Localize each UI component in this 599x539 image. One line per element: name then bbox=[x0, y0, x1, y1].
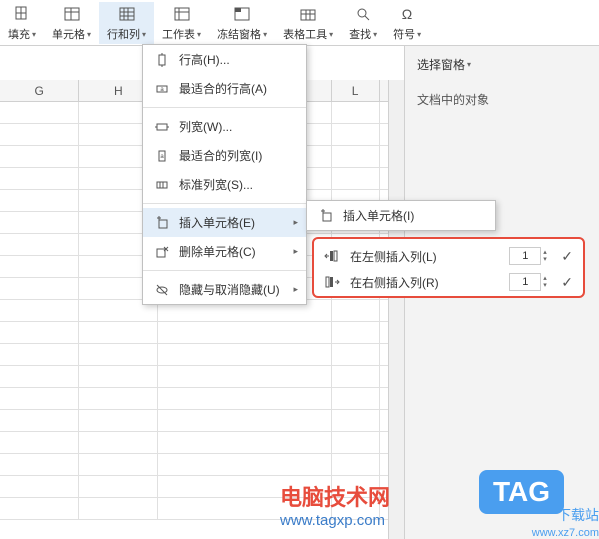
chevron-down-icon: ▾ bbox=[32, 30, 36, 39]
menu-hide-unhide-label: 隐藏与取消隐藏(U) bbox=[179, 281, 280, 298]
insert-left-label: 在左侧插入列(L) bbox=[350, 248, 509, 265]
ribbon-freeze-label: 冻结窗格 bbox=[217, 26, 261, 42]
menu-delete-cell-label: 删除单元格(C) bbox=[179, 243, 256, 260]
insert-cell-icon bbox=[317, 208, 335, 224]
menu-col-width-label: 列宽(W)... bbox=[179, 118, 232, 135]
menu-std-col-width[interactable]: 标准列宽(S)... bbox=[143, 170, 306, 199]
menu-best-row-height-label: 最适合的行高(A) bbox=[179, 80, 267, 97]
confirm-icon[interactable]: ✓ bbox=[561, 248, 573, 265]
insert-columns-highlight: 在左侧插入列(L) 1 ▴▾ ✓ 在右侧插入列(R) 1 ▴▾ ✓ bbox=[312, 237, 585, 298]
download-site-url: www.xz7.com bbox=[532, 527, 599, 539]
freeze-icon bbox=[232, 4, 252, 24]
submenu-insert-cell-label: 插入单元格(I) bbox=[343, 207, 414, 224]
best-col-width-icon: a bbox=[153, 148, 171, 164]
menu-delete-cell[interactable]: 删除单元格(C) ▸ bbox=[143, 237, 306, 266]
ribbon-tools-label: 表格工具 bbox=[283, 26, 327, 42]
chevron-right-icon: ▸ bbox=[293, 284, 298, 295]
menu-row-height[interactable]: 行高(H)... bbox=[143, 45, 306, 74]
ribbon-freeze[interactable]: 冻结窗格▾ bbox=[209, 2, 275, 44]
ribbon-toolbar: 填充▾ 单元格▾ 行和列▾ 工作表▾ 冻结窗格▾ 表格工具▾ 查找▾ Ω 符号▾ bbox=[0, 0, 599, 46]
ribbon-find-label: 查找 bbox=[349, 26, 371, 42]
insert-cell-submenu: 插入单元格(I) bbox=[306, 200, 496, 231]
fill-icon bbox=[12, 4, 32, 24]
select-pane-dropdown[interactable]: 选择窗格 ▾ bbox=[417, 56, 587, 73]
symbol-icon: Ω bbox=[397, 4, 417, 24]
watermark-url: www.tagxp.com bbox=[280, 512, 390, 529]
insert-left-count[interactable]: 1 bbox=[509, 247, 541, 265]
chevron-down-icon: ▾ bbox=[467, 60, 471, 69]
chevron-down-icon: ▾ bbox=[373, 30, 377, 39]
chevron-right-icon: ▸ bbox=[293, 246, 298, 257]
ribbon-cell[interactable]: 单元格▾ bbox=[44, 2, 99, 44]
menu-separator bbox=[143, 270, 306, 271]
chevron-down-icon: ▾ bbox=[87, 30, 91, 39]
spinner-icon[interactable]: ▴▾ bbox=[543, 275, 555, 289]
menu-std-col-width-label: 标准列宽(S)... bbox=[179, 176, 253, 193]
row-height-icon bbox=[153, 52, 171, 68]
menu-row-height-label: 行高(H)... bbox=[179, 51, 230, 68]
sheet-icon bbox=[172, 4, 192, 24]
watermark: 电脑技术网 www.tagxp.com bbox=[280, 480, 390, 529]
std-col-width-icon bbox=[153, 177, 171, 193]
ribbon-rowcol-label: 行和列 bbox=[107, 26, 140, 42]
menu-insert-cell[interactable]: 插入单元格(E) ▸ bbox=[143, 208, 306, 237]
watermark-title: 电脑技术网 bbox=[280, 480, 390, 512]
hide-icon bbox=[153, 282, 171, 298]
chevron-down-icon: ▾ bbox=[263, 30, 267, 39]
menu-best-row-height[interactable]: a 最适合的行高(A) bbox=[143, 74, 306, 103]
tag-badge: TAG bbox=[479, 470, 564, 514]
insert-left-row[interactable]: 在左侧插入列(L) 1 ▴▾ ✓ bbox=[314, 243, 583, 269]
menu-best-col-width-label: 最适合的列宽(I) bbox=[179, 147, 262, 164]
ribbon-tools[interactable]: 表格工具▾ bbox=[275, 2, 341, 44]
insert-right-label: 在右侧插入列(R) bbox=[350, 274, 509, 291]
menu-insert-cell-label: 插入单元格(E) bbox=[179, 214, 255, 231]
chevron-down-icon: ▾ bbox=[329, 30, 333, 39]
menu-separator bbox=[143, 107, 306, 108]
col-width-icon bbox=[153, 119, 171, 135]
ribbon-fill[interactable]: 填充▾ bbox=[0, 2, 44, 44]
ribbon-sheet[interactable]: 工作表▾ bbox=[154, 2, 209, 44]
best-row-height-icon: a bbox=[153, 81, 171, 97]
menu-col-width[interactable]: 列宽(W)... bbox=[143, 112, 306, 141]
submenu-insert-cell[interactable]: 插入单元格(I) bbox=[307, 201, 495, 230]
chevron-down-icon: ▾ bbox=[197, 30, 201, 39]
vertical-scrollbar[interactable] bbox=[388, 80, 404, 539]
svg-text:Ω: Ω bbox=[402, 6, 412, 22]
svg-text:a: a bbox=[160, 154, 164, 160]
objects-in-doc-label: 文档中的对象 bbox=[417, 91, 587, 108]
ribbon-rowcol[interactable]: 行和列▾ bbox=[99, 2, 154, 44]
menu-hide-unhide[interactable]: 隐藏与取消隐藏(U) ▸ bbox=[143, 275, 306, 304]
ribbon-cell-label: 单元格 bbox=[52, 26, 85, 42]
col-header-l[interactable]: L bbox=[332, 80, 380, 101]
ribbon-symbol[interactable]: Ω 符号▾ bbox=[385, 2, 429, 44]
ribbon-symbol-label: 符号 bbox=[393, 26, 415, 42]
col-header-g[interactable]: G bbox=[0, 80, 79, 101]
select-pane-label: 选择窗格 bbox=[417, 56, 465, 73]
rowcol-icon bbox=[117, 4, 137, 24]
tools-icon bbox=[298, 4, 318, 24]
chevron-down-icon: ▾ bbox=[417, 30, 421, 39]
menu-separator bbox=[143, 203, 306, 204]
insert-right-row[interactable]: 在右侧插入列(R) 1 ▴▾ ✓ bbox=[314, 269, 583, 295]
find-icon bbox=[353, 4, 373, 24]
insert-right-count[interactable]: 1 bbox=[509, 273, 541, 291]
ribbon-sheet-label: 工作表 bbox=[162, 26, 195, 42]
insert-left-icon bbox=[324, 249, 342, 263]
confirm-icon[interactable]: ✓ bbox=[561, 274, 573, 291]
delete-cell-icon bbox=[153, 244, 171, 260]
ribbon-find[interactable]: 查找▾ bbox=[341, 2, 385, 44]
menu-best-col-width[interactable]: a 最适合的列宽(I) bbox=[143, 141, 306, 170]
cell-icon bbox=[62, 4, 82, 24]
ribbon-fill-label: 填充 bbox=[8, 26, 30, 42]
spinner-icon[interactable]: ▴▾ bbox=[543, 249, 555, 263]
chevron-down-icon: ▾ bbox=[142, 30, 146, 39]
insert-right-icon bbox=[324, 275, 342, 289]
rowcol-dropdown-menu: 行高(H)... a 最适合的行高(A) 列宽(W)... a 最适合的列宽(I… bbox=[142, 44, 307, 305]
chevron-right-icon: ▸ bbox=[293, 217, 298, 228]
insert-cell-icon bbox=[153, 215, 171, 231]
